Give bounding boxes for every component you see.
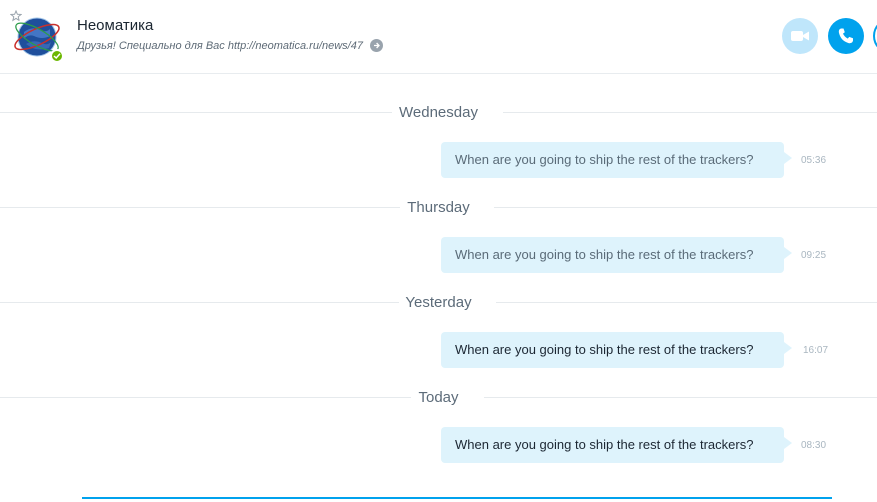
add-participant-button[interactable]	[873, 18, 877, 54]
audio-call-button[interactable]	[828, 18, 864, 54]
message-timestamp: 09:25	[801, 250, 827, 261]
compose-area-top-border	[82, 497, 832, 499]
message-bubble[interactable]: When are you going to ship the rest of t…	[441, 427, 792, 463]
date-label: Thursday	[407, 199, 470, 216]
message-timestamp: 05:36	[801, 155, 827, 166]
video-call-button[interactable]	[782, 18, 818, 54]
date-divider: Yesterday	[0, 292, 877, 312]
contact-name[interactable]: Неоматика	[77, 17, 153, 34]
conversation-header: Неоматика Друзья! Специально для Вас htt…	[0, 0, 877, 74]
mood-message-text[interactable]: Друзья! Специально для Вас http://neomat…	[77, 40, 363, 52]
video-camera-icon	[791, 31, 809, 41]
presence-online-badge	[50, 49, 64, 63]
date-label: Today	[418, 389, 459, 406]
date-label: Wednesday	[399, 104, 478, 121]
avatar[interactable]	[12, 12, 64, 63]
checkmark-icon	[53, 53, 61, 60]
date-label: Yesterday	[405, 294, 472, 311]
message-bubble[interactable]: When are you going to ship the rest of t…	[441, 332, 792, 368]
phone-icon	[838, 28, 853, 44]
date-divider: Today	[0, 387, 877, 407]
date-divider: Thursday	[0, 197, 877, 217]
message-timestamp: 16:07	[803, 345, 829, 356]
message-timestamp: 08:30	[801, 440, 827, 451]
arrow-right-icon[interactable]	[369, 39, 383, 52]
mood-message: Друзья! Специально для Вас http://neomat…	[77, 39, 383, 52]
date-divider: Wednesday	[0, 102, 877, 122]
message-bubble[interactable]: When are you going to ship the rest of t…	[441, 237, 792, 273]
message-bubble[interactable]: When are you going to ship the rest of t…	[441, 142, 792, 178]
